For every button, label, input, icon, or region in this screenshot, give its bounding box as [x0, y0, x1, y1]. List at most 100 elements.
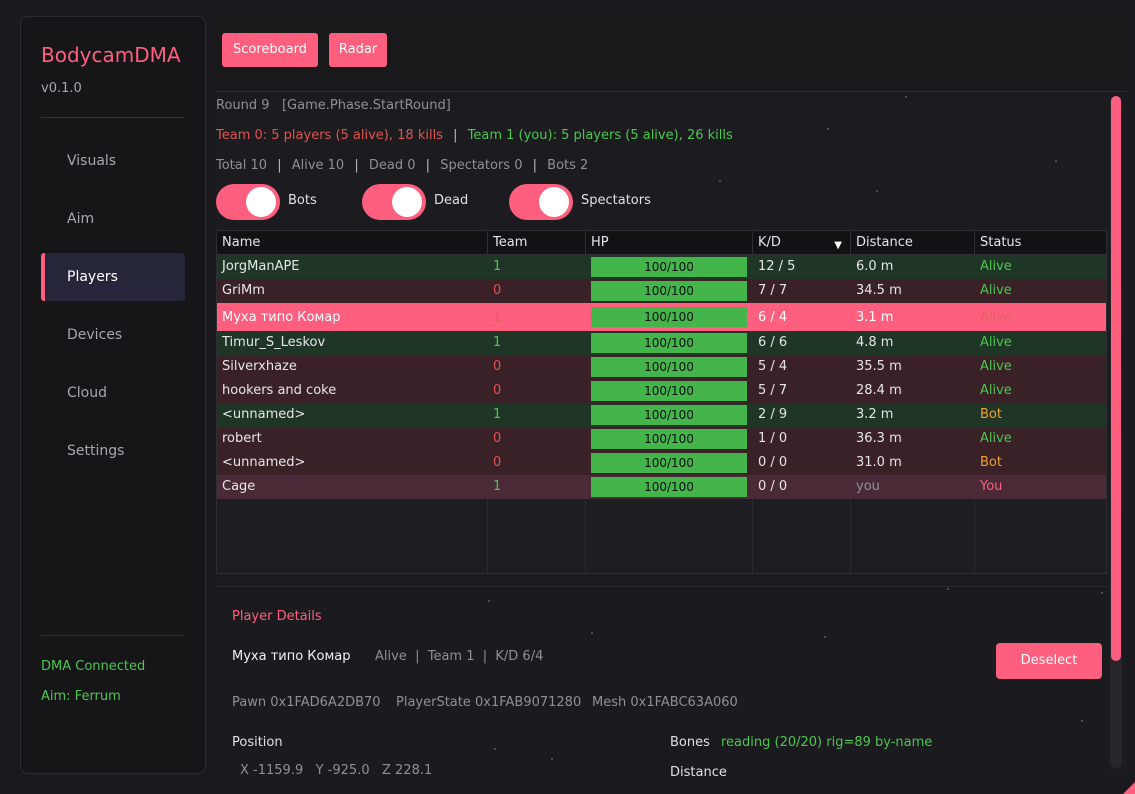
background-star	[876, 190, 878, 192]
bones-label: Bones	[670, 735, 710, 750]
team-separator: |	[453, 128, 458, 143]
background-star	[494, 748, 496, 750]
cell-team: 1	[493, 479, 502, 494]
background-star	[488, 600, 490, 602]
scrollbar-thumb[interactable]	[1111, 96, 1121, 661]
column-header-kd[interactable]: K/D ▼	[753, 231, 851, 255]
sidebar-item-cloud[interactable]: Cloud	[41, 369, 185, 417]
table-row[interactable]: hookers and coke 0 5 / 7 28.4 m Alive 100/100	[217, 379, 1106, 403]
cell-kd: 6 / 4	[758, 310, 788, 325]
cell-distance: 28.4 m	[856, 383, 902, 398]
distance-label: Distance	[670, 765, 727, 776]
cell-status: Alive	[980, 359, 1012, 374]
mesh-address: Mesh 0x1FABC63A060	[592, 695, 738, 710]
table-row[interactable]: <unnamed> 1 2 / 9 3.2 m Bot 100/100	[217, 403, 1106, 427]
toggle-knob	[539, 187, 569, 217]
cell-distance: 34.5 m	[856, 283, 902, 298]
cell-team: 0	[493, 431, 502, 446]
cell-kd: 0 / 0	[758, 455, 788, 470]
sidebar-item-visuals[interactable]: Visuals	[41, 137, 185, 185]
sidebar-item-settings[interactable]: Settings	[41, 427, 185, 475]
toggle-knob	[246, 187, 276, 217]
cell-team: 0	[493, 283, 502, 298]
table-row[interactable]: GriMm 0 7 / 7 34.5 m Alive 100/100	[217, 279, 1106, 303]
app-version: v0.1.0	[41, 81, 82, 96]
cell-name: Cage	[222, 479, 256, 494]
hp-bar: 100/100	[591, 281, 747, 301]
background-star	[824, 636, 826, 638]
count-alive: Alive 10	[291, 158, 345, 173]
details-player-name: Муха типо Комар	[232, 649, 351, 664]
cell-kd: 2 / 9	[758, 407, 788, 422]
dead-toggle-switch[interactable]	[362, 184, 426, 220]
background-star	[1055, 160, 1057, 162]
dma-status: DMA Connected	[41, 659, 146, 674]
aim-status: Aim: Ferrum	[41, 689, 121, 704]
deselect-button[interactable]: Deselect	[996, 643, 1102, 679]
team0-summary: Team 0: 5 players (5 alive), 18 kills	[216, 128, 443, 143]
count-separator: |	[354, 158, 359, 173]
hp-bar: 100/100	[591, 453, 747, 473]
main-scrollbar[interactable]	[1110, 96, 1122, 768]
column-header-status[interactable]: Status	[975, 231, 1106, 255]
cell-distance: 3.2 m	[856, 407, 894, 422]
table-row[interactable]: <unnamed> 0 0 / 0 31.0 m Bot 100/100	[217, 451, 1106, 475]
sidebar-item-players[interactable]: Players	[41, 253, 185, 301]
table-row[interactable]: JorgManAPE 1 12 / 5 6.0 m Alive 100/100	[217, 255, 1106, 279]
cell-status: Alive	[980, 259, 1012, 274]
column-header-hp[interactable]: HP	[586, 231, 753, 255]
player-details-panel: Player Details Муха типо Комар Alive | T…	[216, 586, 1107, 776]
background-star	[1101, 592, 1103, 594]
spectators-toggle-switch[interactable]	[509, 184, 573, 220]
cell-name: <unnamed>	[222, 407, 306, 422]
hp-bar: 100/100	[591, 477, 747, 497]
column-header-team[interactable]: Team	[488, 231, 586, 255]
background-star	[233, 164, 235, 166]
scoreboard-button[interactable]: Scoreboard	[222, 33, 318, 67]
sidebar: BodycamDMA v0.1.0 Visuals Aim Players De…	[20, 16, 206, 774]
sidebar-nav: Visuals Aim Players Devices Cloud Settin…	[41, 137, 185, 485]
cell-kd: 7 / 7	[758, 283, 788, 298]
pawn-address: Pawn 0x1FAD6A2DB70	[232, 695, 381, 710]
main-panel: Scoreboard Radar Round 9 [Game.Phase.Sta…	[216, 16, 1127, 776]
cell-status: Alive	[980, 383, 1012, 398]
table-row[interactable]: Silverxhaze 0 5 / 4 35.5 m Alive 100/100	[217, 355, 1106, 379]
column-header-name[interactable]: Name	[217, 231, 488, 255]
cell-team: 1	[493, 310, 502, 325]
sidebar-item-aim[interactable]: Aim	[41, 195, 185, 243]
count-separator: |	[277, 158, 282, 173]
details-title: Player Details	[232, 609, 322, 624]
cell-name: Silverxhaze	[222, 359, 297, 374]
table-row[interactable]: robert 0 1 / 0 36.3 m Alive 100/100	[217, 427, 1106, 451]
round-info: Round 9 [Game.Phase.StartRound]	[216, 98, 451, 113]
toggle-knob	[392, 187, 422, 217]
cell-name: robert	[222, 431, 262, 446]
table-row[interactable]: Cage 1 0 / 0 you You 100/100	[217, 475, 1106, 499]
column-header-distance[interactable]: Distance	[851, 231, 975, 255]
round-label: Round 9	[216, 98, 270, 113]
table-row[interactable]: Timur_S_Leskov 1 6 / 6 4.8 m Alive 100/100	[217, 331, 1106, 355]
table-row[interactable]: Муха типо Комар 1 6 / 4 3.1 m Alive 100/100	[217, 303, 1106, 332]
sidebar-item-devices[interactable]: Devices	[41, 311, 185, 359]
resize-grip-icon[interactable]	[1123, 782, 1135, 794]
background-star	[905, 96, 907, 98]
cell-status: Bot	[980, 407, 1002, 422]
background-star	[947, 588, 949, 590]
count-separator: |	[532, 158, 538, 173]
cell-distance: 35.5 m	[856, 359, 902, 374]
team1-summary: Team 1 (you): 5 players (5 alive), 26 ki…	[467, 128, 733, 143]
radar-button[interactable]: Radar	[329, 33, 387, 67]
cell-name: GriMm	[222, 283, 265, 298]
hp-bar: 100/100	[591, 381, 747, 401]
hp-bar: 100/100	[591, 307, 747, 327]
cell-distance: 36.3 m	[856, 431, 902, 446]
background-star	[591, 632, 593, 634]
background-star	[827, 128, 829, 130]
bots-toggle-switch[interactable]	[216, 184, 280, 220]
sidebar-divider-bottom	[41, 635, 185, 636]
app-title: BodycamDMA	[41, 43, 181, 67]
cell-team: 0	[493, 359, 502, 374]
position-value: X -1159.9 Y -925.0 Z 228.1	[240, 763, 433, 776]
cell-distance: you	[856, 479, 880, 494]
round-phase: [Game.Phase.StartRound]	[281, 98, 451, 113]
